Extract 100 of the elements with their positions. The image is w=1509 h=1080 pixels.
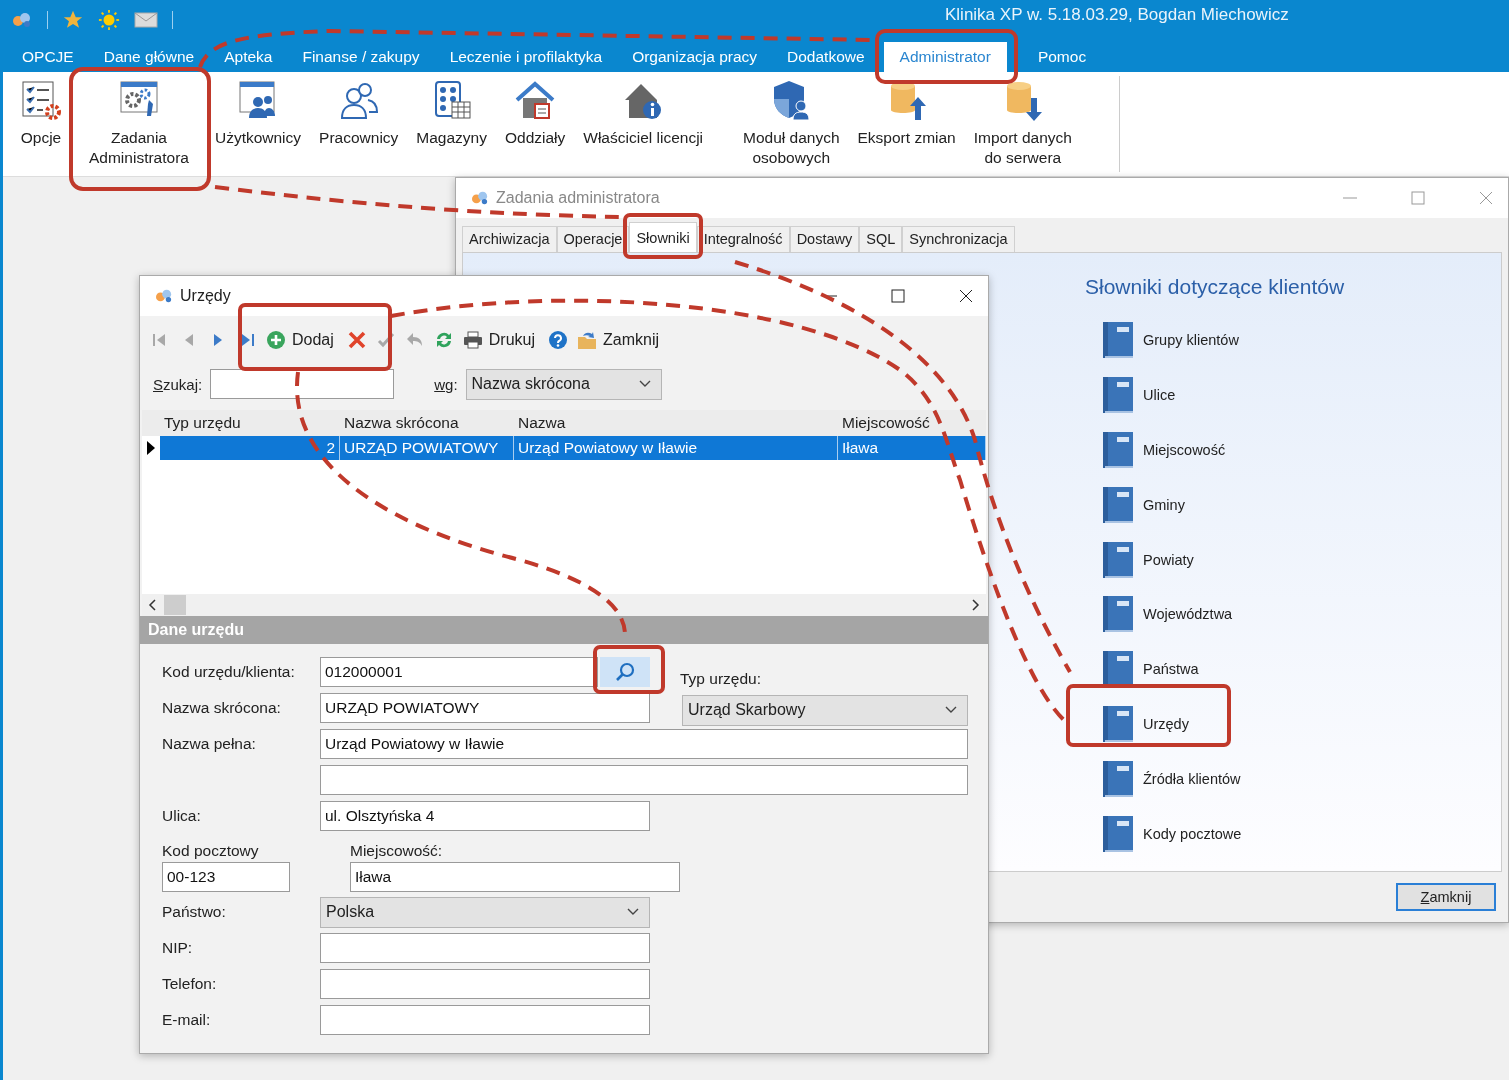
- tab[interactable]: Integralność: [696, 226, 790, 252]
- ribbon-button[interactable]: Moduł danych osobowych: [741, 78, 842, 176]
- dictionary-link[interactable]: Źródła klientów: [1085, 751, 1501, 807]
- app-logo-icon: [11, 11, 33, 29]
- ribbon-button[interactable]: Użytkownicy: [212, 78, 304, 176]
- city-field[interactable]: Iława: [350, 862, 680, 892]
- menu-tab[interactable]: OPCJE: [7, 42, 89, 72]
- sun-icon[interactable]: [98, 9, 120, 31]
- exit-button[interactable]: Zamknij: [577, 330, 660, 350]
- code-field[interactable]: 012000001: [320, 657, 598, 687]
- close-button[interactable]: Zamknij: [1396, 883, 1496, 911]
- field-label: Nazwa pełna:: [162, 735, 257, 753]
- tab[interactable]: Operacje: [556, 226, 630, 252]
- office-type-dropdown[interactable]: Urząd Skarbowy: [682, 694, 968, 726]
- ribbon-button[interactable]: Właściciel licencji: [581, 78, 705, 176]
- tab[interactable]: Słowniki: [629, 222, 697, 252]
- field-label: Telefon:: [162, 975, 218, 993]
- book-icon: [1101, 594, 1135, 635]
- short-name-field[interactable]: URZĄD POWIATOWY: [320, 693, 650, 723]
- field-label: Nazwa skrócona:: [162, 699, 282, 717]
- full-name-field[interactable]: [320, 765, 968, 795]
- horizontal-scrollbar[interactable]: [142, 594, 986, 616]
- dialog-title: Urzędy: [180, 287, 231, 305]
- row-pointer-icon: [147, 441, 155, 455]
- column-header[interactable]: Nazwa skrócona: [340, 410, 514, 436]
- ribbon-button[interactable]: Oddziały: [503, 78, 568, 176]
- full-name-field[interactable]: Urząd Powiatowy w Iławie: [320, 729, 968, 759]
- maximize-icon[interactable]: [890, 288, 906, 304]
- envelope-icon[interactable]: [134, 11, 158, 29]
- menu-tab[interactable]: Administrator: [883, 42, 1007, 72]
- table-cell: Iława: [838, 436, 986, 460]
- table-cell: URZĄD POWIATOWY: [340, 436, 514, 460]
- book-icon: [1101, 430, 1135, 470]
- ribbon-button[interactable]: Eksport zmian: [855, 78, 958, 176]
- ribbon-button[interactable]: Magazyny: [414, 78, 489, 176]
- dictionary-link[interactable]: Kody pocztowe: [1085, 806, 1501, 861]
- checklist-gear-icon: [19, 78, 63, 122]
- dictionary-link[interactable]: Państwa: [1085, 641, 1501, 697]
- chevron-left-icon[interactable]: [148, 599, 158, 611]
- menu-tab[interactable]: Leczenie i profilaktyka: [434, 42, 618, 72]
- cross-icon[interactable]: [346, 330, 367, 350]
- field-label: Państwo:: [162, 903, 227, 921]
- dictionary-link[interactable]: Grupy klientów: [1085, 313, 1501, 368]
- chevron-right-icon[interactable]: [970, 599, 980, 611]
- lookup-button[interactable]: [600, 657, 650, 687]
- chevron-down-icon: [945, 706, 957, 714]
- field-label: Typ urzędu:: [680, 670, 762, 688]
- dialog-title: Zadania administratora: [496, 189, 660, 207]
- print-button[interactable]: Drukuj: [462, 330, 536, 350]
- menu-tab[interactable]: Organizacja pracy: [617, 42, 773, 72]
- add-button[interactable]: Dodaj: [266, 330, 334, 350]
- window-title: Klinika XP w. 5.18.03.29, Bogdan Miechowicz: [945, 5, 1289, 25]
- field-label: NIP:: [162, 939, 194, 957]
- menu-tab[interactable]: Finanse / zakupy: [287, 42, 435, 72]
- country-dropdown[interactable]: Polska: [320, 896, 650, 928]
- dictionary-link[interactable]: Miejscowość: [1085, 422, 1501, 478]
- dictionary-link[interactable]: Urzędy: [1085, 696, 1501, 752]
- menu-tab[interactable]: Pomoc: [1022, 42, 1102, 72]
- tab[interactable]: Synchronizacja: [902, 226, 1015, 252]
- sort-dropdown[interactable]: Nazwa skrócona: [465, 368, 662, 400]
- table-cell: 2: [160, 436, 340, 460]
- app-logo-icon: [470, 190, 490, 206]
- tab[interactable]: Archiwizacja: [462, 226, 557, 252]
- book-icon: [1101, 703, 1135, 744]
- section-header: Dane urzędu: [140, 616, 988, 644]
- tab[interactable]: SQL: [859, 226, 903, 252]
- book-icon: [1101, 539, 1135, 580]
- street-field[interactable]: ul. Olsztyńska 4: [320, 801, 650, 831]
- search-field[interactable]: [210, 369, 395, 399]
- chevron-down-icon: [638, 380, 651, 388]
- sort-label: wg:: [434, 375, 458, 393]
- ribbon-button[interactable]: Pracownicy: [317, 78, 401, 176]
- nip-field[interactable]: [320, 933, 650, 963]
- ribbon-button[interactable]: Zadania Administratora: [87, 78, 191, 176]
- app-logo-icon: [154, 288, 174, 304]
- ribbon-button[interactable]: Opcje: [17, 78, 65, 176]
- help-icon[interactable]: [548, 330, 569, 350]
- column-header[interactable]: Nazwa: [514, 410, 838, 436]
- dictionary-link[interactable]: Gminy: [1085, 477, 1501, 533]
- maximize-icon[interactable]: [1410, 190, 1426, 206]
- close-icon[interactable]: [958, 288, 974, 304]
- dictionary-link[interactable]: Województwa: [1085, 587, 1501, 642]
- dictionary-link[interactable]: Ulice: [1085, 367, 1501, 423]
- table-row[interactable]: 2 URZĄD POWIATOWY Urząd Powiatowy w Iławie Iława: [142, 436, 986, 460]
- column-header[interactable]: Typ urzędu: [160, 410, 340, 436]
- field-label: E-mail:: [162, 1011, 212, 1029]
- menu-tab[interactable]: Dane główne: [88, 42, 210, 72]
- postal-code-field[interactable]: 00-123: [162, 862, 290, 892]
- tab[interactable]: Dostawy: [789, 226, 860, 252]
- menu-tab[interactable]: Dodatkowe: [772, 42, 880, 72]
- table-cell: Urząd Powiatowy w Iławie: [514, 436, 838, 460]
- phone-field[interactable]: [320, 969, 650, 999]
- field-label: Ulica:: [162, 807, 202, 825]
- dictionary-link[interactable]: Powiaty: [1085, 532, 1501, 587]
- email-field[interactable]: [320, 1005, 650, 1035]
- menu-tab[interactable]: Apteka: [209, 42, 288, 72]
- ribbon-button[interactable]: Import danych do serwera: [971, 78, 1074, 176]
- scroll-thumb[interactable]: [164, 595, 186, 615]
- book-icon: [1101, 758, 1135, 799]
- column-header[interactable]: Miejscowość: [838, 410, 986, 436]
